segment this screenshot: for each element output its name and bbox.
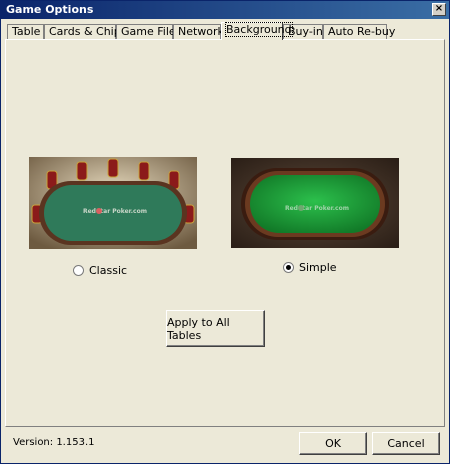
simple-table-thumbnail[interactable]: RedStar Poker.com xyxy=(231,158,399,248)
close-button[interactable]: × xyxy=(432,3,446,16)
classic-logo-text: RedStar Poker.com xyxy=(83,208,147,215)
tab-background[interactable]: Background xyxy=(221,22,293,40)
simple-radio[interactable] xyxy=(283,262,294,273)
ok-button[interactable]: OK xyxy=(299,432,367,455)
tab-table[interactable]: Table xyxy=(7,24,44,40)
title-bar[interactable]: Game Options × xyxy=(1,1,449,19)
version-label: Version: 1.153.1 xyxy=(13,437,95,448)
classic-option[interactable]: Classic xyxy=(73,264,127,277)
simple-logo-text: RedStar Poker.com xyxy=(285,205,349,212)
close-icon: × xyxy=(434,3,444,14)
apply-to-all-tables-button[interactable]: Apply to All Tables xyxy=(166,310,265,347)
cancel-button[interactable]: Cancel xyxy=(372,432,440,455)
window-title: Game Options xyxy=(6,3,94,16)
tab-cards-chips[interactable]: Cards & Chips xyxy=(44,24,126,40)
simple-option[interactable]: Simple xyxy=(283,261,337,274)
tab-auto-rebuy[interactable]: Auto Re-buy xyxy=(323,24,395,40)
classic-table-thumbnail[interactable]: RedStar Poker.com xyxy=(29,157,197,249)
classic-label: Classic xyxy=(89,264,128,277)
tab-game-files[interactable]: Game Files xyxy=(116,24,181,40)
classic-radio[interactable] xyxy=(73,265,84,276)
game-options-window: Game Options × Table Cards & Chips Game … xyxy=(0,0,450,464)
tab-network[interactable]: Network xyxy=(173,24,224,40)
simple-label: Simple xyxy=(299,261,337,274)
